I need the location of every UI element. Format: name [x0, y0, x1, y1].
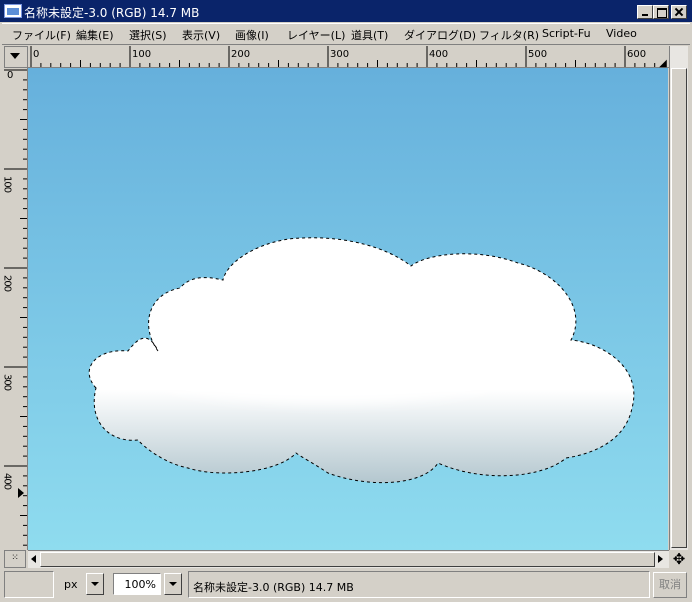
vertical-scrollbar[interactable]: [669, 46, 688, 550]
zoom-dropdown-button[interactable]: [164, 573, 182, 595]
menu-select[interactable]: 選択(S): [129, 27, 167, 43]
menu-edit[interactable]: 編集(E): [76, 27, 114, 43]
zoom-value: 100%: [124, 578, 156, 591]
menu-layer[interactable]: レイヤー(L): [287, 27, 345, 43]
scroll-right-arrow-icon[interactable]: [658, 555, 663, 563]
quick-mask-toggle-icon[interactable]: ⁙: [4, 550, 26, 568]
h-ruler-label-300: 300: [330, 49, 349, 60]
minimize-button[interactable]: [637, 5, 653, 19]
maximize-button[interactable]: [653, 5, 669, 19]
horizontal-scroll-thumb[interactable]: [40, 552, 655, 567]
window-title: 名称未設定-3.0 (RGB) 14.7 MB: [24, 6, 200, 20]
image-canvas[interactable]: [28, 68, 668, 550]
vertical-ruler[interactable]: 0 100 200 300 400: [2, 68, 28, 550]
cloud-image: [28, 68, 668, 550]
horizontal-ruler[interactable]: 0 100 200 300 400 500 600: [28, 46, 673, 68]
close-button[interactable]: [671, 5, 687, 19]
menu-filters[interactable]: フィルタ(R): [479, 27, 539, 43]
menu-script-fu[interactable]: Script-Fu: [542, 27, 591, 40]
status-bar: px 100% 名称未設定-3.0 (RGB) 14.7 MB 取消: [0, 569, 692, 602]
v-ruler-label-100: 100: [4, 176, 13, 193]
cursor-position-marker-icon: [18, 488, 24, 498]
v-ruler-label-200: 200: [4, 275, 13, 292]
menu-dialogs[interactable]: ダイアログ(D): [404, 27, 476, 43]
h-ruler-label-500: 500: [528, 49, 547, 60]
h-ruler-label-400: 400: [429, 49, 448, 60]
pointer-coordinates: [4, 571, 54, 598]
h-ruler-label-100: 100: [132, 49, 151, 60]
unit-dropdown-button[interactable]: [86, 573, 104, 595]
menu-video[interactable]: Video: [606, 27, 637, 40]
v-ruler-label-0: 0: [7, 70, 13, 81]
image-window-icon[interactable]: [4, 4, 22, 18]
navigate-move-icon[interactable]: ✥: [670, 550, 688, 568]
menu-file[interactable]: ファイル(F): [12, 27, 71, 43]
h-ruler-label-0: 0: [33, 49, 39, 60]
status-message-text: 名称未設定-3.0 (RGB) 14.7 MB: [193, 581, 354, 594]
status-message: 名称未設定-3.0 (RGB) 14.7 MB: [188, 571, 650, 598]
horizontal-scrollbar[interactable]: [28, 550, 669, 568]
menu-tools[interactable]: 道具(T): [351, 27, 388, 43]
cancel-button[interactable]: 取消: [653, 572, 687, 598]
ruler-corner-menu-icon[interactable]: [4, 46, 28, 68]
h-ruler-label-600: 600: [627, 49, 646, 60]
vertical-scroll-thumb[interactable]: [671, 68, 687, 548]
v-ruler-label-300: 300: [4, 374, 13, 391]
scroll-left-arrow-icon[interactable]: [31, 555, 36, 563]
vertical-ruler-ticks: 0 100 200 300 400: [2, 69, 27, 546]
horizontal-ruler-ticks: 0 100 200 300 400 500 600: [30, 46, 666, 67]
menu-image[interactable]: 画像(I): [235, 27, 269, 43]
unit-label: px: [64, 578, 78, 591]
zoom-field[interactable]: 100%: [113, 573, 161, 595]
title-bar[interactable]: 名称未設定-3.0 (RGB) 14.7 MB: [0, 0, 692, 22]
menu-view[interactable]: 表示(V): [182, 27, 220, 43]
v-ruler-label-400: 400: [4, 473, 13, 490]
menu-bar: ファイル(F) 編集(E) 選択(S) 表示(V) 画像(I) レイヤー(L) …: [2, 23, 690, 45]
h-ruler-label-200: 200: [231, 49, 250, 60]
